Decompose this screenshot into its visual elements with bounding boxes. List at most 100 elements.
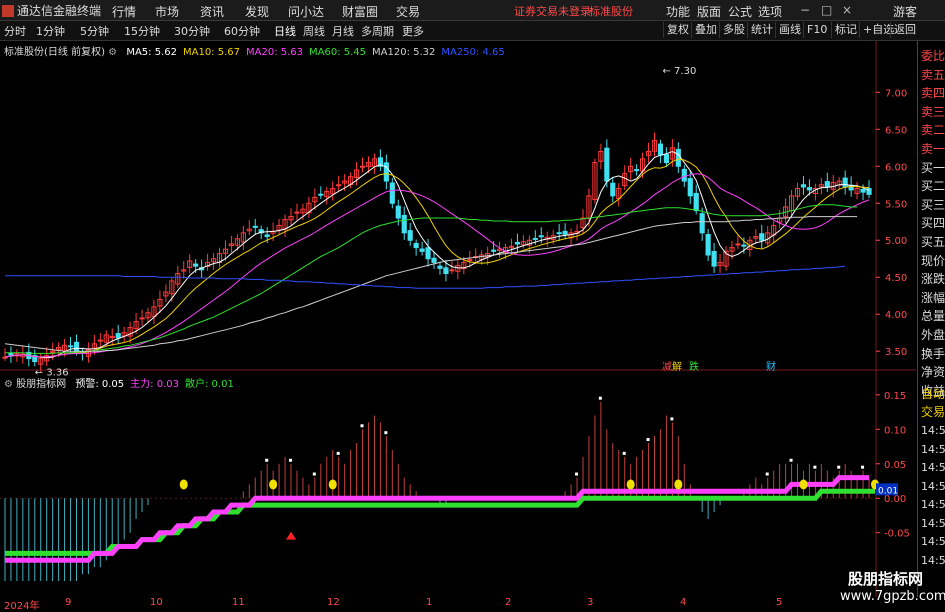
ma-line [4, 173, 870, 358]
candle-body [431, 257, 437, 263]
time-label: 14:56 [921, 479, 945, 493]
candle-body [705, 233, 711, 256]
candle-body [711, 251, 717, 267]
price-tick-label: 5.00 [885, 236, 907, 247]
tab-weekly[interactable]: 周线 [303, 23, 325, 39]
candle-body [264, 234, 270, 238]
indicator-tick-label: -0.05 [884, 529, 910, 540]
time-label: 14:56 [921, 498, 945, 511]
date-tick-label: 11 [232, 597, 245, 608]
tab-1min[interactable]: 1分钟 [36, 23, 65, 39]
event-badge: 财 [766, 360, 776, 373]
indicator-tick-label: 0.05 [884, 460, 906, 471]
warning-dot [622, 451, 626, 455]
quote-field[interactable]: 卖一 [921, 140, 945, 157]
tab-monthly[interactable]: 月线 [332, 23, 354, 39]
auto-trade-label[interactable]: 交易 [921, 403, 945, 420]
quote-field[interactable]: 卖四 [921, 84, 945, 101]
stats-button[interactable]: 统计 [747, 22, 773, 38]
minimize-icon[interactable]: − [800, 3, 810, 17]
chart-grid [0, 41, 916, 597]
low-price-label: ← 3.36 [35, 368, 69, 379]
quote-field[interactable]: 买一 [921, 159, 945, 176]
quote-field[interactable]: 现价 [921, 252, 945, 269]
quote-field[interactable]: 涨跌 [921, 270, 945, 287]
watermark: 股朋指标网 www.7gpzb.com [830, 566, 945, 609]
tab-5min[interactable]: 5分钟 [80, 23, 109, 39]
quote-field[interactable]: 卖二 [921, 121, 945, 138]
candle-body [294, 211, 300, 214]
menu-wealth[interactable]: 财富圈 [342, 3, 378, 20]
candle-body [395, 205, 401, 219]
quote-field[interactable]: 买三 [921, 196, 945, 213]
price-tick-label: 4.00 [885, 310, 907, 321]
event-badge: 解 [672, 360, 682, 373]
tab-timeshare[interactable]: 分时 [4, 23, 26, 39]
candle-body [759, 233, 765, 241]
menu-function[interactable]: 功能 [666, 3, 690, 20]
guest-login[interactable]: 游客 [893, 3, 917, 20]
warning-dot [765, 472, 769, 476]
mark-button[interactable]: 标记 [831, 22, 857, 38]
auto-trade-label[interactable]: 自动 [921, 385, 945, 402]
candle-body [413, 242, 419, 249]
warning-dot [813, 465, 817, 469]
date-tick-label: 4 [680, 597, 687, 608]
adjust-button[interactable]: 复权 [663, 22, 689, 38]
menu-formula[interactable]: 公式 [728, 3, 752, 20]
candle-body [800, 184, 807, 188]
draw-button[interactable]: 画线 [775, 22, 801, 38]
warning-dot [575, 472, 579, 476]
candle-body [437, 265, 443, 269]
menu-ask[interactable]: 问小达 [288, 3, 324, 20]
candle-body [663, 153, 670, 164]
f10-button[interactable]: F10 [803, 22, 827, 38]
quote-field[interactable]: 买五 [921, 233, 945, 250]
candle-body [73, 341, 80, 352]
login-warning[interactable]: 证券交易未登录 [514, 3, 591, 19]
add-favorite-button[interactable]: +自选 [859, 22, 894, 38]
maximize-icon[interactable]: □ [821, 3, 832, 17]
current-value-label: 0.01 [878, 486, 898, 496]
tab-more[interactable]: 更多 [402, 23, 424, 39]
buy-signal-marker [674, 479, 683, 490]
buy-signal-marker [269, 479, 278, 490]
warning-dot [289, 458, 293, 462]
watermark-title: 股朋指标网 [848, 570, 924, 588]
quote-field[interactable]: 换手 [921, 345, 945, 362]
back-button[interactable]: 返回 [890, 22, 916, 38]
quote-field[interactable]: 买二 [921, 177, 945, 194]
tab-60min[interactable]: 60分钟 [224, 23, 260, 39]
close-icon[interactable]: × [842, 3, 852, 17]
menu-options[interactable]: 选项 [758, 3, 782, 20]
quote-field[interactable]: 外盘 [921, 326, 945, 343]
quote-field[interactable]: 卖三 [921, 103, 945, 120]
quote-field[interactable]: 总量 [921, 307, 945, 324]
app-name: 通达信金融终端 [17, 4, 102, 18]
quote-field[interactable]: 卖五 [921, 66, 945, 83]
buy-signal-marker [799, 479, 808, 490]
candle-body [538, 235, 544, 238]
menu-market[interactable]: 市场 [155, 3, 179, 20]
menu-news[interactable]: 资讯 [200, 3, 224, 20]
menu-quotes[interactable]: 行情 [112, 3, 136, 20]
candle-body [467, 258, 473, 261]
overlay-button[interactable]: 叠加 [691, 22, 717, 38]
tab-15min[interactable]: 15分钟 [124, 23, 160, 39]
menu-trade[interactable]: 交易 [396, 3, 420, 20]
candle-body [675, 148, 681, 167]
menu-discover[interactable]: 发现 [245, 3, 269, 20]
quote-field[interactable]: 委比 [921, 47, 945, 64]
quote-field[interactable]: 买四 [921, 214, 945, 231]
multi-stock-button[interactable]: 多股 [719, 22, 745, 38]
candle-body [681, 168, 687, 182]
price-chart[interactable]: ← 7.30 ← 3.36 7.00 6.50 6.00 5.50 5.00 4.50 4.00… [0, 41, 916, 597]
ma-line [5, 204, 858, 354]
quote-field[interactable]: 涨幅 [921, 289, 945, 306]
tab-multi-period[interactable]: 多周期 [361, 23, 394, 39]
tab-daily[interactable]: 日线 [274, 23, 296, 39]
menu-layout[interactable]: 版面 [697, 3, 721, 20]
quote-field[interactable]: 净资 [921, 363, 945, 380]
candle-body [97, 339, 103, 342]
tab-30min[interactable]: 30分钟 [174, 23, 210, 39]
